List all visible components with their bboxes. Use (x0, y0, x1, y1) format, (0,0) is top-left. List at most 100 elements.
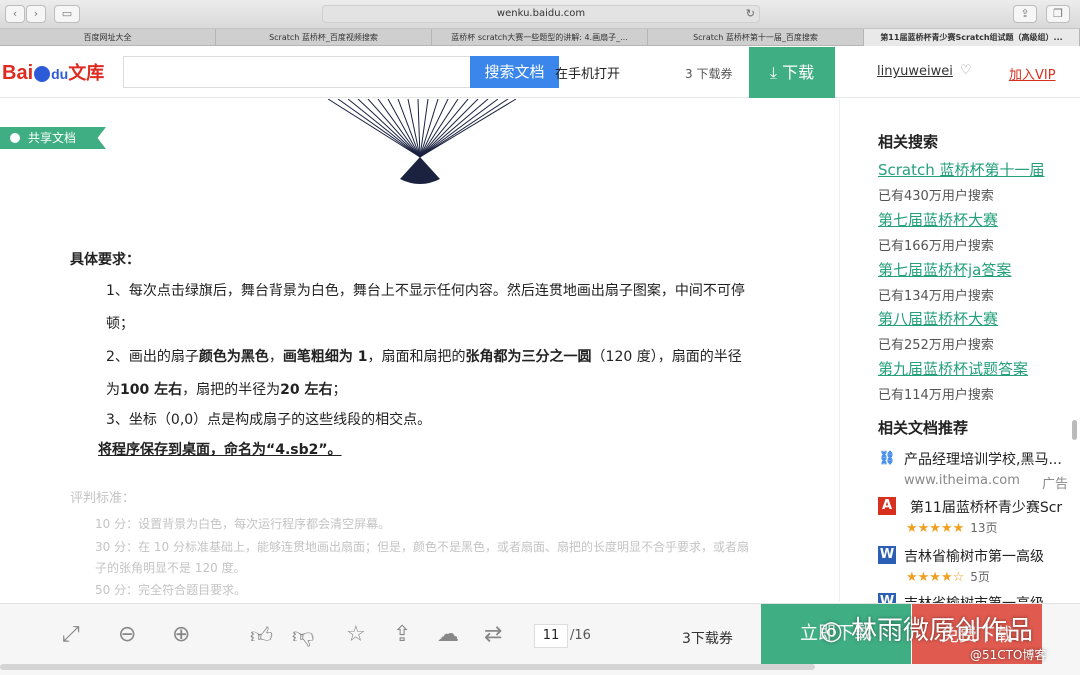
req2-text-7: ； (332, 382, 347, 398)
requirement-2-line-2: 为100 左右，扇把的半径为20 左右； (106, 374, 776, 407)
score-10: 10 分：设置背景为白色，每次运行程序都会清空屏幕。 (95, 517, 391, 531)
back-button[interactable]: ‹ (5, 5, 25, 23)
stars-glyphs: ★★★★★ (906, 521, 965, 536)
fan-drawing (327, 99, 517, 184)
url-text: wenku.baidu.com (496, 8, 586, 19)
share-icon[interactable]: ⇪ (393, 622, 411, 647)
reload-icon[interactable]: ↻ (746, 6, 755, 22)
zoom-out-icon[interactable]: ⊖ (118, 622, 136, 647)
address-bar[interactable]: wenku.baidu.com ↻ (322, 5, 760, 23)
heart-icon[interactable]: ♡ (960, 63, 972, 78)
sidebar-icon[interactable]: ▭ (54, 5, 80, 23)
paw-icon (34, 65, 51, 82)
score-50: 50 分：完全符合题目要求。 (95, 583, 247, 597)
req2-text-3: ，扇面和扇把的 (367, 349, 466, 365)
page-count: 5页 (970, 570, 990, 584)
requirement-3: 3、坐标（0,0）点是构成扇子的这些线段的相交点。 (106, 412, 432, 428)
related-search-count: 已有252万用户搜索 (878, 338, 994, 353)
save-instruction: 将程序保存到桌面，命名为“4.sb2”。 (98, 442, 342, 458)
watermark-text: 林雨微原创作品 (850, 616, 1033, 646)
forward-button[interactable]: › (26, 5, 46, 23)
related-search-link[interactable]: 第九届蓝桥杯试题答案 (878, 358, 1028, 379)
scoring-title: 评判标准： (70, 491, 136, 506)
req2-bold-pen: 画笔粗细为 1 (282, 349, 368, 365)
related-search-count: 已有166万用户搜索 (878, 239, 994, 254)
share-icon[interactable]: ⇪ (1013, 5, 1037, 23)
pdf-icon: A (878, 497, 896, 515)
req2-text-1: 2、画出的扇子 (106, 349, 199, 365)
download-button[interactable]: ⤓ 下载 (749, 47, 835, 98)
tab-4[interactable]: 第11届蓝桥杯青少赛Scratch组试题（高级组）... (864, 29, 1080, 46)
req2-bold-color: 颜色为黑色 (198, 349, 269, 365)
related-search-title: 相关搜索 (878, 133, 939, 151)
related-search-link[interactable]: 第七届蓝桥杯大赛 (878, 209, 998, 230)
search-input[interactable] (123, 56, 471, 88)
page-total: /16 (570, 628, 591, 643)
star-icon[interactable]: ☆ (346, 622, 366, 647)
requirements-title: 具体要求： (70, 252, 140, 268)
recommended-doc-title[interactable]: 第11届蓝桥杯青少赛Scr (910, 497, 1062, 517)
page-count: 13页 (970, 521, 998, 535)
score-30: 30 分：在 10 分标准基础上，能够连贯地画出扇面；但是，颜色不是黑色，或者扇… (95, 540, 749, 554)
tabs-overview-icon[interactable]: ❐ (1046, 5, 1070, 23)
req2-text-4: （120 度），扇面的半径 (591, 349, 742, 365)
req2-text-6: ，扇把的半径为 (182, 382, 281, 398)
page-number-input[interactable]: 11 (534, 624, 568, 648)
related-docs-title: 相关文档推荐 (878, 419, 969, 437)
logo-wenku: 文库 (68, 63, 105, 83)
related-search-link[interactable]: 第八届蓝桥杯大赛 (878, 308, 998, 329)
tab-2[interactable]: 蓝桥杯 scratch大赛一些题型的讲解: 4.画扇子_... (432, 29, 648, 46)
related-search-link[interactable]: 第七届蓝桥杯ja答案 (878, 259, 1011, 280)
tab-1[interactable]: Scratch 蓝桥杯_百度视频搜索 (216, 29, 432, 46)
tab-3[interactable]: Scratch 蓝桥杯第十一届_百度搜索 (648, 29, 864, 46)
requirement-2-line-1: 2、画出的扇子颜色为黑色，画笔粗细为 1，扇面和扇把的张角都为三分之一圆（120… (106, 341, 776, 374)
shared-document-tag: 共享文档 (0, 127, 106, 149)
logo-du: du (51, 66, 69, 82)
browser-toolbar: ‹ › ▭ wenku.baidu.com ↻ ⇪ ❐ (0, 0, 1080, 29)
download-coupon-count: 3 下载券 (685, 67, 733, 81)
thumbs-up-icon[interactable]: 👍︎ (250, 622, 273, 649)
user-icon (10, 133, 20, 143)
baidu-wenku-logo[interactable]: Bai du文库 (2, 59, 104, 85)
word-icon: W (878, 546, 896, 564)
req2-bold-radius: 100 左右 (120, 382, 183, 398)
ad-label: 广告 (1042, 477, 1069, 492)
cloud-icon[interactable]: ☁ (437, 622, 459, 647)
document-viewer: 共享文档 具体要求： 1、每次点击绿旗后，舞台背景为白色，舞台上不显示任何内容。… (0, 99, 838, 602)
related-search-link[interactable]: Scratch 蓝桥杯第十一届 (878, 159, 1045, 180)
search-button[interactable]: 搜索文档 (470, 56, 559, 88)
requirement-2: 2、画出的扇子颜色为黑色，画笔粗细为 1，扇面和扇把的张角都为三分之一圆（120… (106, 341, 776, 407)
req2-text-5: 为 (106, 382, 120, 398)
logo-bai: Bai (2, 62, 34, 84)
right-sidebar: 相关搜索 Scratch 蓝桥杯第十一届 已有430万用户搜索 第七届蓝桥杯大赛… (839, 99, 1070, 612)
requirement-1-line-1: 1、每次点击绿旗后，舞台背景为白色，舞台上不显示任何内容。然后连贯地画出扇子图案… (106, 283, 745, 299)
download-icon: ⤓ (769, 63, 777, 82)
requirement-1: 1、每次点击绿旗后，舞台背景为白色，舞台上不显示任何内容。然后连贯地画出扇子图案… (106, 275, 776, 341)
zoom-in-icon[interactable]: ⊕ (172, 622, 190, 647)
thumbs-down-icon[interactable]: 👎︎ (292, 622, 314, 649)
watermark-site: @51CTO博客 (970, 648, 1047, 662)
tab-0[interactable]: 百度网址大全 (0, 29, 216, 46)
ad-url: www.itheima.com (904, 473, 1020, 488)
rating-stars: ★★★★☆ 5页 (906, 568, 990, 585)
fullscreen-icon[interactable]: ⤢ (62, 622, 80, 647)
watermark: ◎ 林雨微原创作品 (820, 616, 1033, 646)
related-search-count: 已有430万用户搜索 (878, 189, 994, 204)
download-button-label: 下载 (782, 63, 815, 82)
link-icon: ⛓ (878, 451, 896, 466)
related-search-count: 已有114万用户搜索 (878, 388, 994, 403)
tab-bar: 百度网址大全 Scratch 蓝桥杯_百度视频搜索 蓝桥杯 scratch大赛一… (0, 29, 1080, 46)
req2-bold-handle: 20 左右 (280, 382, 333, 398)
recommended-doc-title[interactable]: 产品经理培训学校,黑马... (904, 449, 1062, 469)
username-link[interactable]: linyuweiwei (877, 64, 953, 79)
req2-bold-angle: 张角都为三分之一圆 (465, 349, 592, 365)
recommended-doc-title[interactable]: 吉林省榆树市第一高级 (904, 546, 1044, 566)
requirement-1-line-2: 顿； (106, 316, 134, 332)
bottom-download-count: 3下载券 (682, 631, 733, 647)
sidebar-scrollbar[interactable] (1072, 420, 1077, 440)
related-search-count: 已有134万用户搜索 (878, 289, 994, 304)
open-on-mobile-link[interactable]: 在手机打开 (555, 63, 620, 82)
switch-icon[interactable]: ⇄ (484, 622, 502, 647)
join-vip-link[interactable]: 加入VIP (1009, 64, 1056, 83)
horizontal-scrollbar[interactable] (0, 664, 815, 670)
